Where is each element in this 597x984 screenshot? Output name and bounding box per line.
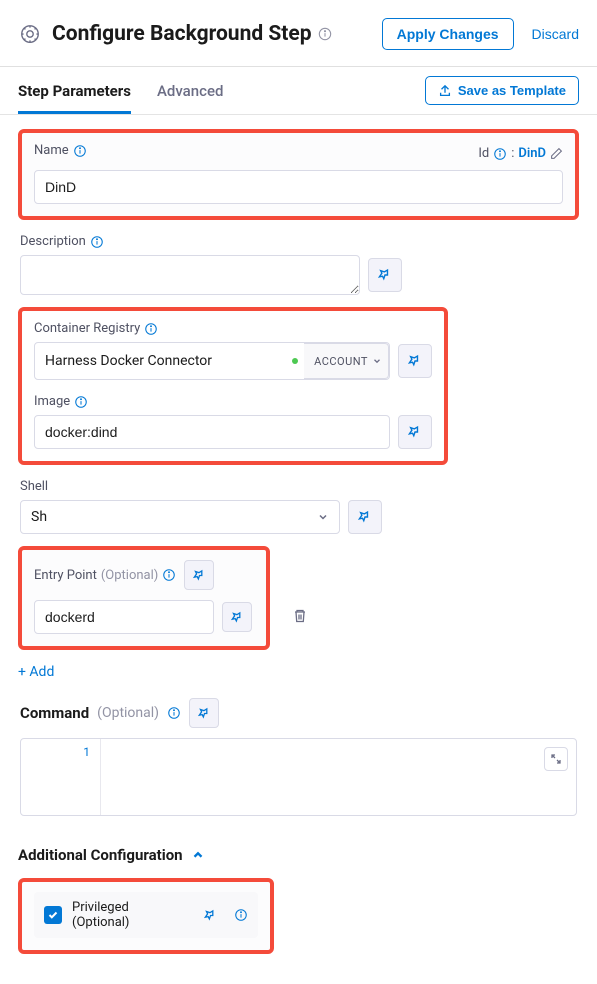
shell-label: Shell <box>20 479 48 494</box>
description-group: Description <box>18 230 579 307</box>
check-icon <box>47 909 59 921</box>
delete-button[interactable] <box>286 602 314 630</box>
container-registry-select[interactable]: Harness Docker Connector ACCOUNT <box>34 342 390 380</box>
add-entry-point-button[interactable]: + Add <box>18 664 579 680</box>
name-label-row: Name <box>34 143 87 158</box>
apply-changes-button[interactable]: Apply Changes <box>382 18 514 50</box>
save-as-template-button[interactable]: Save as Template <box>425 76 579 105</box>
pin-button[interactable] <box>189 698 219 728</box>
entry-point-label: Entry Point <box>34 568 97 583</box>
additional-config-toggle[interactable]: Additional Configuration <box>18 846 579 864</box>
entry-point-group: Entry Point (Optional) <box>18 546 270 650</box>
edit-icon[interactable] <box>550 147 563 160</box>
shell-group: Shell Sh <box>18 475 579 546</box>
shell-select[interactable]: Sh <box>20 500 340 534</box>
info-icon[interactable] <box>144 322 158 336</box>
pin-button[interactable] <box>368 258 402 292</box>
line-number: 1 <box>21 739 101 815</box>
image-input[interactable] <box>34 415 390 449</box>
container-registry-label: Container Registry <box>34 321 140 336</box>
pin-button[interactable] <box>222 602 252 632</box>
privileged-group: Privileged (Optional) <box>18 878 274 954</box>
description-textarea[interactable] <box>20 255 360 295</box>
info-icon[interactable] <box>318 27 332 41</box>
id-label: Id <box>478 146 489 161</box>
background-step-icon <box>18 22 42 46</box>
pin-button[interactable] <box>184 560 214 590</box>
name-id-group: Name Id : DinD <box>18 129 579 220</box>
status-dot <box>292 358 298 364</box>
pin-icon <box>408 425 422 439</box>
pin-button[interactable] <box>196 901 224 929</box>
template-icon <box>438 84 452 98</box>
pin-icon <box>378 268 392 282</box>
pin-icon <box>204 909 217 922</box>
command-editor[interactable]: 1 <box>20 738 577 816</box>
pin-icon <box>193 569 206 582</box>
info-icon[interactable] <box>167 706 181 720</box>
description-label: Description <box>20 234 86 249</box>
privileged-label: Privileged (Optional) <box>72 900 186 930</box>
id-value: DinD <box>518 146 546 161</box>
additional-config-label: Additional Configuration <box>18 846 183 864</box>
command-group: Command (Optional) 1 <box>18 694 579 828</box>
pin-icon <box>231 611 244 624</box>
pin-button[interactable] <box>398 415 432 449</box>
info-icon[interactable] <box>74 395 88 409</box>
privileged-checkbox[interactable] <box>44 906 62 924</box>
tab-advanced[interactable]: Advanced <box>157 68 223 114</box>
expand-icon <box>550 753 562 765</box>
pin-button[interactable] <box>348 500 382 534</box>
entry-point-input[interactable] <box>34 600 214 634</box>
pin-button[interactable] <box>398 344 432 378</box>
page-title: Configure Background Step <box>52 22 312 46</box>
save-template-label: Save as Template <box>458 83 566 98</box>
command-label: Command <box>20 704 89 722</box>
name-label: Name <box>34 143 69 158</box>
info-icon[interactable] <box>493 147 507 161</box>
info-icon[interactable] <box>90 235 104 249</box>
chevron-down-icon <box>372 356 382 366</box>
info-icon[interactable] <box>162 568 176 582</box>
tab-step-parameters[interactable]: Step Parameters <box>18 68 131 114</box>
optional-suffix: (Optional) <box>101 568 158 583</box>
expand-button[interactable] <box>544 747 568 771</box>
trash-icon <box>292 608 308 624</box>
pin-icon <box>198 707 211 720</box>
discard-button[interactable]: Discard <box>532 26 579 42</box>
pin-icon <box>408 354 422 368</box>
image-label: Image <box>34 394 70 409</box>
page-header: Configure Background Step Apply Changes … <box>0 0 597 67</box>
chevron-down-icon <box>317 511 329 523</box>
registry-image-group: Container Registry Harness Docker Connec… <box>18 307 448 465</box>
info-icon[interactable] <box>234 908 248 922</box>
shell-value: Sh <box>31 509 47 525</box>
info-icon[interactable] <box>73 144 87 158</box>
chevron-up-icon <box>191 848 205 862</box>
optional-suffix: (Optional) <box>97 705 159 721</box>
tab-row: Step Parameters Advanced Save as Templat… <box>0 67 597 115</box>
connector-value: Harness Docker Connector <box>45 353 292 369</box>
name-input[interactable] <box>34 170 563 204</box>
pin-icon <box>358 510 372 524</box>
scope-badge[interactable]: ACCOUNT <box>304 343 389 379</box>
